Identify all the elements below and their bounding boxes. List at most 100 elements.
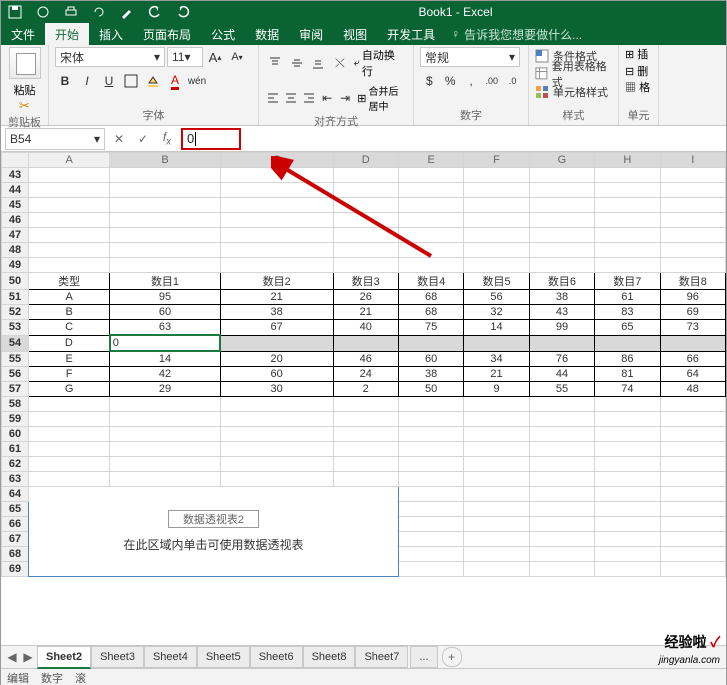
row-header[interactable]: 55 xyxy=(2,351,29,367)
row-header[interactable]: 66 xyxy=(2,517,29,532)
cell-styles-button[interactable]: 单元格样式 xyxy=(535,83,612,101)
data-cell[interactable]: F xyxy=(29,367,110,382)
cell[interactable] xyxy=(398,168,463,183)
cell[interactable] xyxy=(29,243,110,258)
data-cell[interactable]: E xyxy=(29,351,110,367)
cell[interactable] xyxy=(660,547,725,562)
row-header[interactable]: 65 xyxy=(2,502,29,517)
cell[interactable] xyxy=(398,487,463,502)
delete-cells-button[interactable]: ⊟ 删 xyxy=(625,64,652,81)
cell[interactable] xyxy=(464,228,529,243)
paste-label[interactable]: 粘贴 xyxy=(9,82,41,98)
cell[interactable] xyxy=(333,472,398,487)
row-header[interactable]: 60 xyxy=(2,427,29,442)
cell[interactable] xyxy=(220,228,333,243)
align-bottom-button[interactable] xyxy=(308,53,328,73)
cell[interactable] xyxy=(464,397,529,412)
cell[interactable] xyxy=(220,258,333,273)
cell[interactable] xyxy=(464,487,529,502)
cell[interactable] xyxy=(595,397,660,412)
cell[interactable] xyxy=(29,258,110,273)
cell[interactable] xyxy=(333,427,398,442)
data-cell[interactable]: 21 xyxy=(333,305,398,320)
data-cell[interactable]: 68 xyxy=(398,290,463,305)
cell[interactable] xyxy=(660,532,725,547)
format-cells-button[interactable]: ▦ 格 xyxy=(625,80,652,97)
data-cell[interactable]: 14 xyxy=(110,351,221,367)
cell[interactable] xyxy=(595,547,660,562)
cell[interactable] xyxy=(398,243,463,258)
cell[interactable] xyxy=(464,168,529,183)
print-icon[interactable] xyxy=(63,4,79,20)
row-header[interactable]: 64 xyxy=(2,487,29,502)
data-cell[interactable]: 96 xyxy=(660,290,725,305)
tool-icon[interactable] xyxy=(119,4,135,20)
cell[interactable] xyxy=(398,183,463,198)
border-button[interactable] xyxy=(121,71,141,91)
cell[interactable] xyxy=(464,243,529,258)
align-middle-button[interactable] xyxy=(287,53,307,73)
cell[interactable] xyxy=(595,213,660,228)
data-cell[interactable]: 69 xyxy=(660,305,725,320)
underline-button[interactable]: U xyxy=(99,71,119,91)
data-cell[interactable]: 24 xyxy=(333,367,398,382)
data-cell[interactable]: 55 xyxy=(529,382,594,397)
data-cell[interactable]: 60 xyxy=(398,351,463,367)
column-header[interactable]: E xyxy=(398,153,463,168)
row-header[interactable]: 45 xyxy=(2,198,29,213)
cell[interactable] xyxy=(595,258,660,273)
sheet-tab[interactable]: Sheet3 xyxy=(91,646,144,668)
save-icon[interactable] xyxy=(7,4,23,20)
column-header[interactable]: B xyxy=(110,153,221,168)
comma-button[interactable]: , xyxy=(462,71,481,91)
data-cell[interactable]: 60 xyxy=(110,305,221,320)
data-cell[interactable]: 40 xyxy=(333,320,398,336)
cell[interactable] xyxy=(220,472,333,487)
sync-icon[interactable] xyxy=(91,4,107,20)
currency-button[interactable]: $ xyxy=(420,71,439,91)
cell[interactable] xyxy=(529,472,594,487)
merge-center-button[interactable]: ⊞合并后居中 xyxy=(355,83,407,113)
cell[interactable] xyxy=(660,258,725,273)
tab-formulas[interactable]: 公式 xyxy=(201,23,245,45)
cell[interactable] xyxy=(464,412,529,427)
cell[interactable] xyxy=(398,412,463,427)
cell[interactable] xyxy=(660,397,725,412)
data-cell[interactable]: C xyxy=(29,320,110,336)
enter-button[interactable]: ✓ xyxy=(133,129,153,149)
cell[interactable] xyxy=(660,502,725,517)
cell[interactable] xyxy=(529,168,594,183)
sheet-tab[interactable]: Sheet6 xyxy=(250,646,303,668)
data-cell[interactable]: D xyxy=(29,335,110,351)
cell[interactable] xyxy=(529,258,594,273)
table-header-cell[interactable]: 数目3 xyxy=(333,273,398,290)
cell[interactable] xyxy=(464,183,529,198)
cell[interactable] xyxy=(660,517,725,532)
cell[interactable] xyxy=(333,258,398,273)
row-header[interactable]: 69 xyxy=(2,562,29,577)
cell[interactable] xyxy=(529,502,594,517)
cell[interactable] xyxy=(595,198,660,213)
cell[interactable] xyxy=(464,258,529,273)
data-cell[interactable]: 60 xyxy=(220,367,333,382)
tab-data[interactable]: 数据 xyxy=(245,23,289,45)
selected-cell[interactable] xyxy=(464,335,529,351)
cell[interactable] xyxy=(220,397,333,412)
data-cell[interactable]: 50 xyxy=(398,382,463,397)
data-cell[interactable]: 83 xyxy=(595,305,660,320)
decrease-font-button[interactable]: A▾ xyxy=(227,47,247,67)
data-cell[interactable]: 81 xyxy=(595,367,660,382)
data-cell[interactable]: 42 xyxy=(110,367,221,382)
insert-cells-button[interactable]: ⊞ 插 xyxy=(625,47,652,64)
column-header[interactable]: I xyxy=(660,153,725,168)
tab-developer[interactable]: 开发工具 xyxy=(377,23,445,45)
cell[interactable] xyxy=(333,168,398,183)
cell[interactable] xyxy=(660,457,725,472)
column-header[interactable]: F xyxy=(464,153,529,168)
table-header-cell[interactable]: 数目8 xyxy=(660,273,725,290)
next-sheet-button[interactable]: ▶ xyxy=(21,650,35,664)
data-cell[interactable]: G xyxy=(29,382,110,397)
row-header[interactable]: 58 xyxy=(2,397,29,412)
cell[interactable] xyxy=(595,487,660,502)
cell[interactable] xyxy=(595,442,660,457)
